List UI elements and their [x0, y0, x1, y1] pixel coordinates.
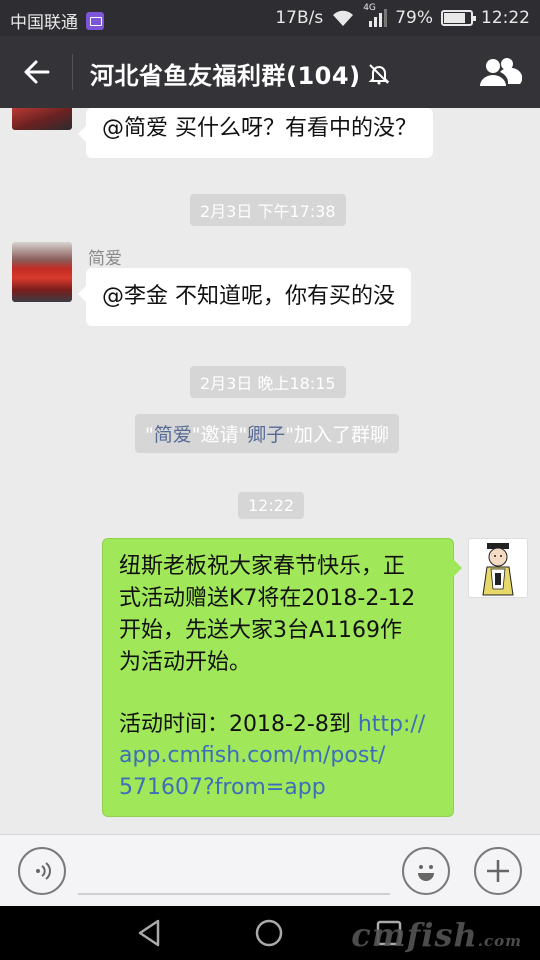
input-bar	[0, 834, 540, 906]
voice-icon[interactable]	[18, 847, 66, 895]
back-arrow-icon[interactable]	[18, 54, 54, 90]
my-message-bubble[interactable]: 纽斯老板祝大家春节快乐，正 式活动赠送K7将在2018-2-12 开始，先送大家…	[102, 538, 462, 818]
network-speed: 17B/s	[275, 8, 324, 28]
nav-home-icon[interactable]	[252, 916, 286, 950]
chat-header: 河北省鱼友福利群(104)	[0, 36, 540, 108]
invitee-name[interactable]: 卿子	[247, 424, 285, 446]
my-avatar[interactable]	[468, 538, 528, 598]
message-link[interactable]: 571607?from=app	[119, 772, 437, 804]
message-line: 式活动赠送K7将在2018-2-12	[119, 585, 416, 611]
message-input[interactable]	[78, 893, 390, 895]
battery-icon	[441, 10, 476, 26]
watermark-logo: cmfish.com	[351, 916, 522, 954]
message-line: 活动时间：2018-2-8到 http://	[119, 709, 437, 741]
emoji-icon[interactable]	[402, 847, 450, 895]
message-link[interactable]: http://	[358, 712, 425, 737]
message-bubble[interactable]: @李金 不知道呢，你有买的没	[78, 268, 411, 326]
message-text: @简爱 买什么呀？有看中的没？	[102, 116, 417, 141]
timestamp: 12:22	[238, 492, 305, 519]
header-divider	[72, 54, 73, 90]
status-bar: 中国联通 17B/s 4G 79% 12:22	[0, 0, 540, 36]
gallery-icon	[86, 11, 104, 30]
nav-back-icon[interactable]	[134, 916, 168, 950]
inviter-name[interactable]: 简爱	[154, 424, 192, 446]
message-line: 开始，先送大家3台A1169作	[119, 617, 403, 643]
cartoon-figure-icon	[482, 543, 514, 596]
message-line: 为活动开始。	[119, 649, 252, 675]
chat-title: 河北省鱼友福利群(104)	[90, 56, 391, 91]
notice-text: "	[145, 424, 154, 446]
clock: 12:22	[481, 8, 530, 28]
battery-percent: 79%	[395, 8, 433, 28]
carrier-label: 中国联通	[10, 13, 78, 33]
timestamp: 2月3日 下午17:38	[190, 194, 346, 226]
system-nav-bar: cmfish.com	[0, 906, 540, 960]
avatar[interactable]	[12, 242, 72, 302]
timestamp: 2月3日 晚上18:15	[190, 366, 346, 398]
watermark-suffix: .com	[477, 932, 522, 950]
plus-icon[interactable]	[474, 847, 522, 895]
battery-fill	[444, 13, 465, 23]
group-name: 河北省鱼友福利群(104)	[90, 62, 361, 90]
message-bubble[interactable]: @简爱 买什么呀？有看中的没？	[78, 108, 433, 158]
message-list[interactable]: @简爱 买什么呀？有看中的没？ 2月3日 下午17:38 简爱 @李金 不知道呢…	[0, 108, 540, 834]
message-link[interactable]: app.cmfish.com/m/post/	[119, 740, 437, 772]
wifi-icon	[333, 10, 354, 26]
watermark-text: cmfish	[351, 916, 478, 954]
notice-text: "加入了群聊	[285, 424, 390, 446]
message-text: @李金 不知道呢，你有买的没	[102, 284, 395, 309]
event-time-text: 活动时间：2018-2-8到	[119, 711, 358, 737]
mute-bell-icon	[368, 63, 389, 84]
notice-text: "邀请"	[191, 424, 248, 446]
message-line: 纽斯老板祝大家春节快乐，正	[119, 554, 406, 579]
signal-icon: 4G	[363, 3, 388, 27]
group-members-icon[interactable]	[478, 54, 523, 90]
avatar[interactable]	[12, 108, 72, 130]
system-notice: "简爱"邀请"卿子"加入了群聊	[135, 414, 400, 453]
sender-name: 简爱	[88, 249, 122, 269]
